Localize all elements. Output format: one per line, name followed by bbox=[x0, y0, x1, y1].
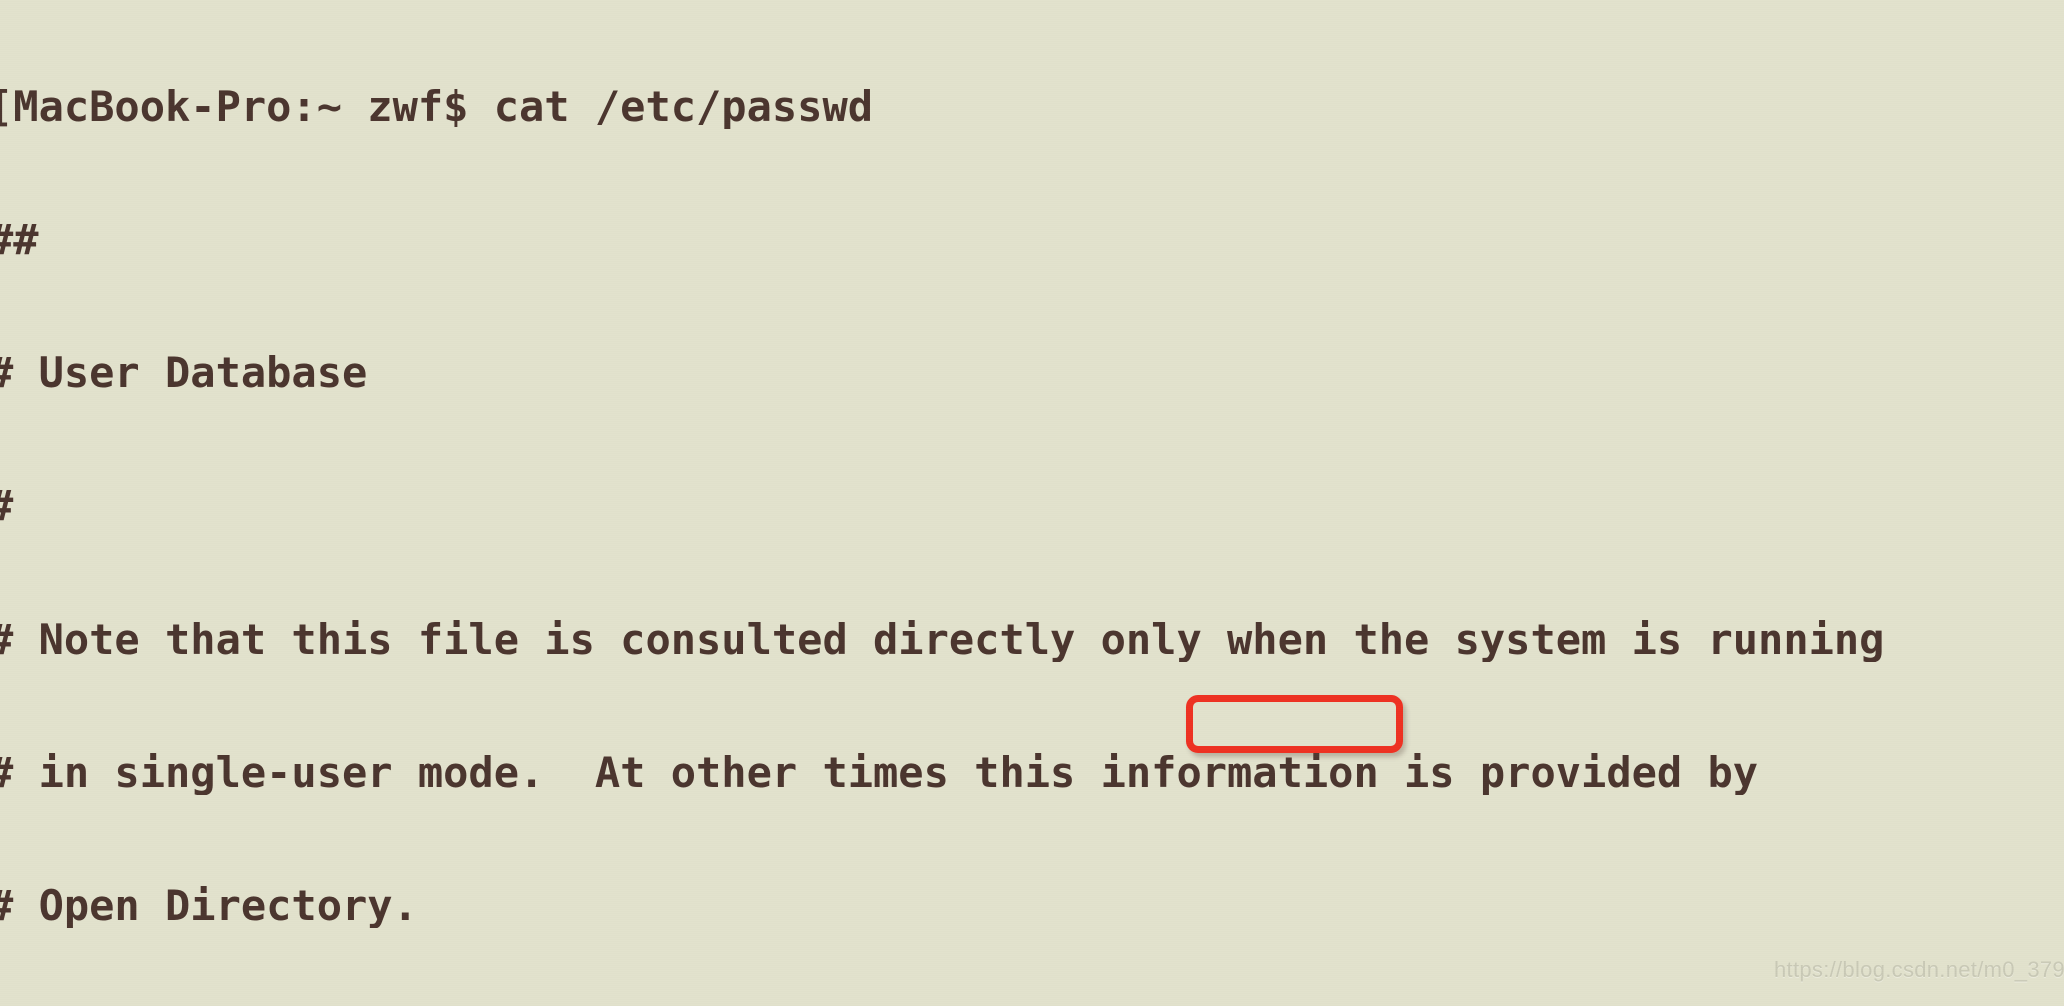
terminal-output[interactable]: [MacBook-Pro:~ zwf$ cat /etc/passwd ## #… bbox=[0, 0, 2064, 1006]
terminal-line-1: ## bbox=[0, 218, 39, 263]
terminal-line-5: # in single-user mode. At other times th… bbox=[0, 750, 1759, 796]
terminal-line-4: # Note that this file is consulted direc… bbox=[0, 617, 1885, 663]
terminal-window[interactable]: [MacBook-Pro:~ zwf$ cat /etc/passwd ## #… bbox=[0, 0, 2064, 1006]
terminal-line-prompt: [MacBook-Pro:~ zwf$ cat /etc/passwd bbox=[0, 84, 874, 130]
terminal-line-6: # Open Directory. bbox=[0, 884, 418, 929]
terminal-line-2: # User Database bbox=[0, 351, 368, 396]
terminal-line-3: # bbox=[0, 484, 2064, 528]
